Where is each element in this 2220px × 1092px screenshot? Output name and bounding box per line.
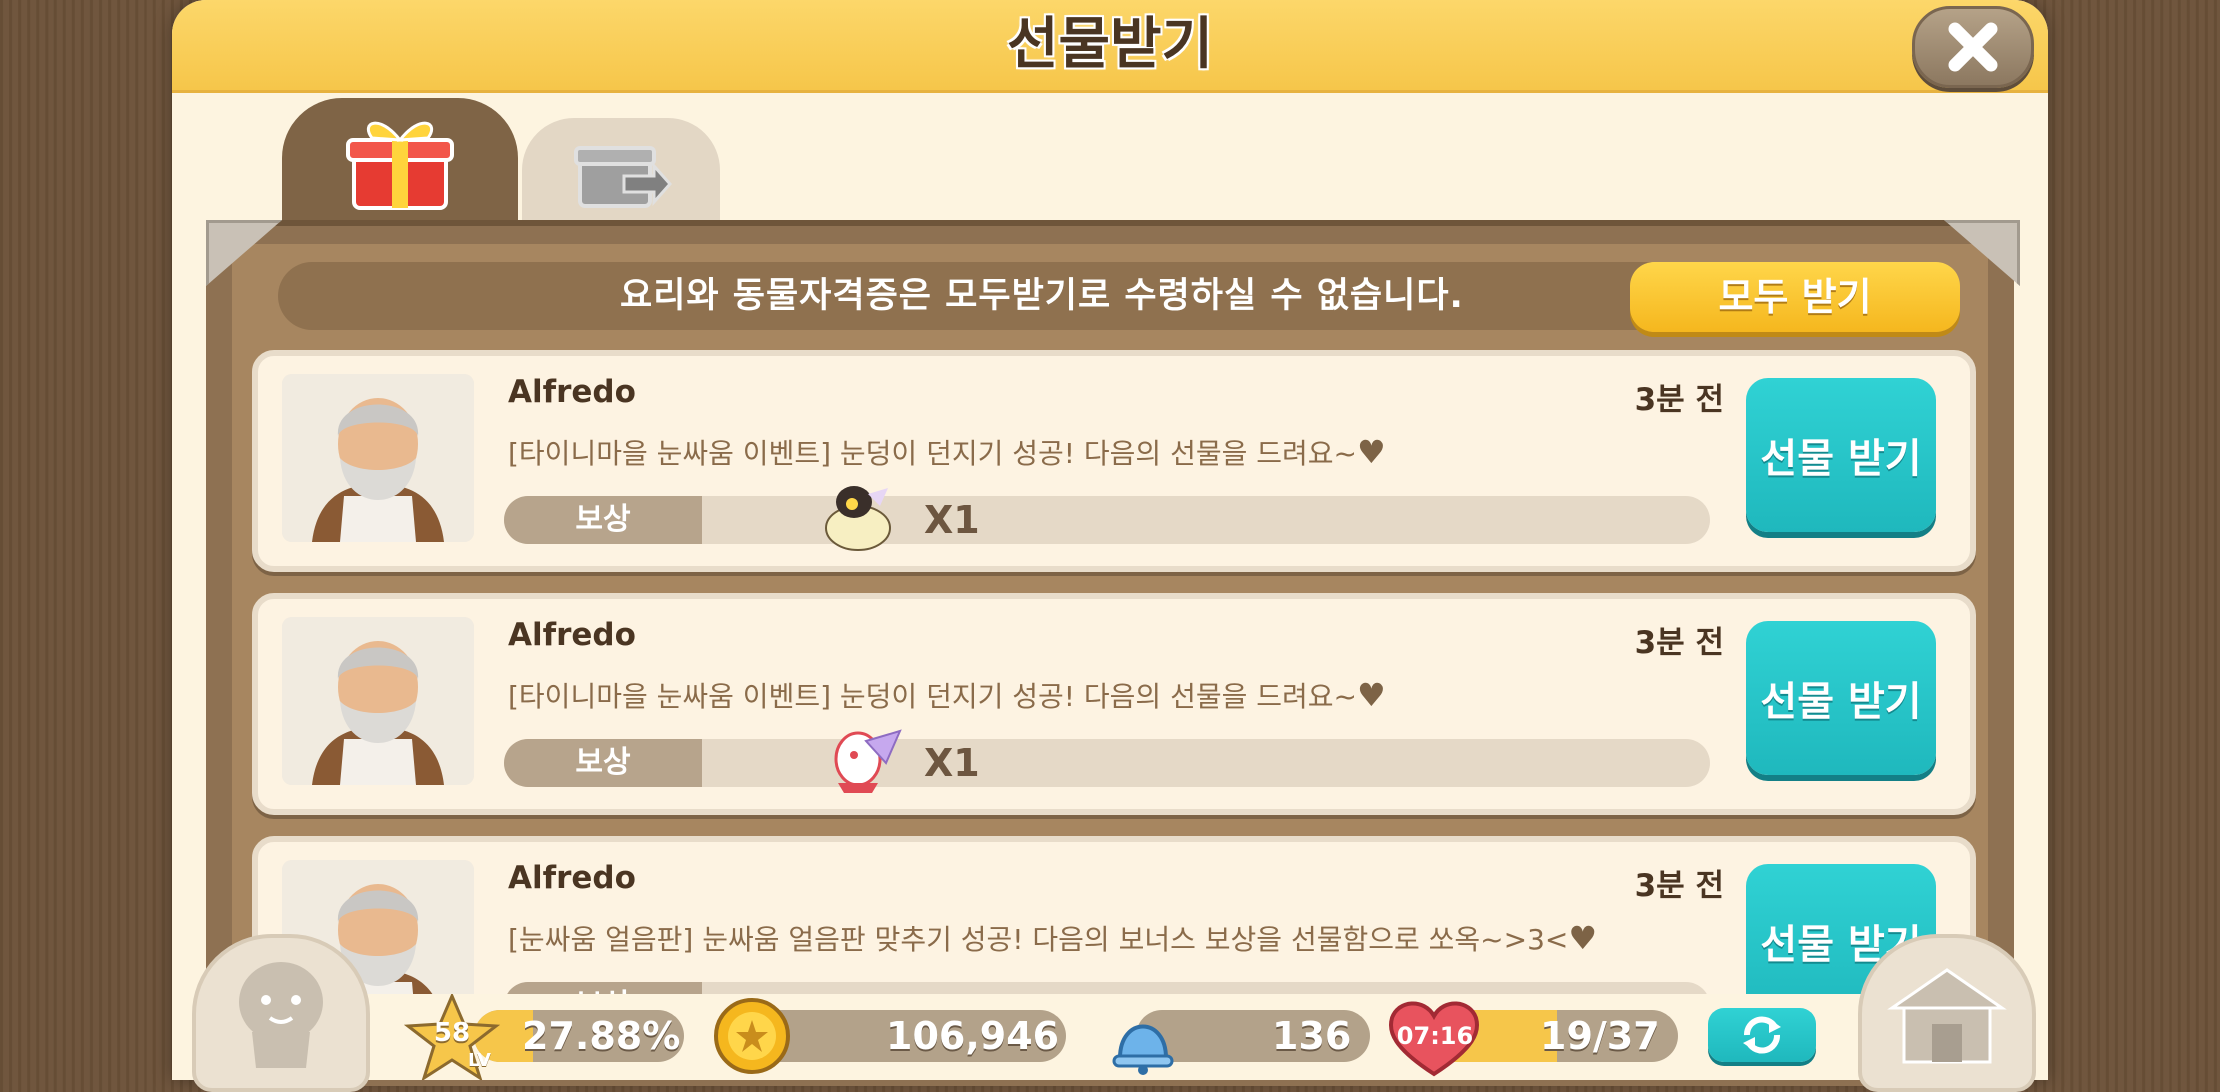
reward-quantity: X1: [924, 741, 980, 785]
send-gift-icon: [574, 146, 672, 208]
bell-count: 136: [1272, 1014, 1352, 1058]
coin-count: 106,946: [886, 1014, 1060, 1058]
gift-message: [타이니마을 눈싸움 이벤트] 눈덩이 던지기 성공! 다음의 선물을 드려요~…: [508, 433, 1386, 471]
notice-text: 요리와 동물자격증은 모두받기로 수령하실 수 없습니다.: [620, 276, 1464, 316]
tab-received-gifts[interactable]: [282, 98, 518, 224]
tab-send-gifts[interactable]: [522, 118, 720, 222]
alfredo-portrait-icon: [282, 617, 474, 785]
sender-portrait: [282, 374, 474, 542]
heart-icon: ♥: [1568, 919, 1598, 957]
receive-gift-button[interactable]: 선물 받기: [1746, 621, 1936, 775]
profile-button[interactable]: [192, 934, 370, 1092]
gift-message: [눈싸움 얼음판] 눈싸움 얼음판 맞추기 성공! 다음의 보너스 보상을 선물…: [508, 919, 1598, 957]
gift-box-icon: [346, 121, 454, 210]
gift-item: Alfredo 3분 전 [타이니마을 눈싸움 이벤트] 눈덩이 던지기 성공!…: [252, 593, 1976, 815]
reward-label: 보상: [504, 739, 702, 787]
dragon-costume-icon: [834, 729, 902, 793]
sender-name: Alfredo: [508, 374, 636, 410]
sender-name: Alfredo: [508, 617, 636, 653]
heart-count: 19/37: [1540, 1014, 1660, 1058]
gift-time: 3분 전: [1634, 625, 1724, 661]
heart-icon: ♥: [1357, 433, 1386, 471]
reward-bar: 보상 X1: [504, 496, 1710, 544]
gift-time: 3분 전: [1634, 382, 1724, 418]
level-unit: LV: [468, 1050, 491, 1071]
exp-percent: 27.88%: [522, 1014, 681, 1058]
sender-name: Alfredo: [508, 860, 636, 896]
close-icon: [1948, 22, 1998, 72]
bell-icon: [1112, 1024, 1174, 1075]
level-number: 58: [433, 1018, 471, 1048]
heart-timer: 07:16: [1396, 1022, 1474, 1050]
close-button[interactable]: [1912, 6, 2034, 88]
gift-item: Alfredo 3분 전 [타이니마을 눈싸움 이벤트] 눈덩이 던지기 성공!…: [252, 350, 1976, 572]
house-icon: [1887, 968, 2007, 1064]
refresh-icon: [1743, 1016, 1781, 1054]
character-avatar-icon: [239, 962, 323, 1068]
sender-portrait: [282, 617, 474, 785]
shop-button[interactable]: [1858, 934, 2036, 1092]
popup-title: 선물받기: [1006, 12, 1214, 77]
gift-message: [타이니마을 눈싸움 이벤트] 눈덩이 던지기 성공! 다음의 선물을 드려요~…: [508, 676, 1386, 714]
reward-quantity: X1: [924, 498, 980, 542]
receive-all-button[interactable]: 모두 받기: [1630, 262, 1960, 332]
receive-gift-button[interactable]: 선물 받기: [1746, 378, 1936, 532]
refresh-button[interactable]: [1708, 1008, 1816, 1062]
gift-time: 3분 전: [1634, 868, 1724, 904]
coin-icon: [714, 998, 790, 1074]
heart-icon: ♥: [1357, 676, 1386, 714]
alfredo-portrait-icon: [282, 374, 474, 542]
reward-label: 보상: [504, 496, 702, 544]
penguin-costume-icon: [825, 486, 891, 551]
reward-bar: 보상 X1: [504, 739, 1710, 787]
